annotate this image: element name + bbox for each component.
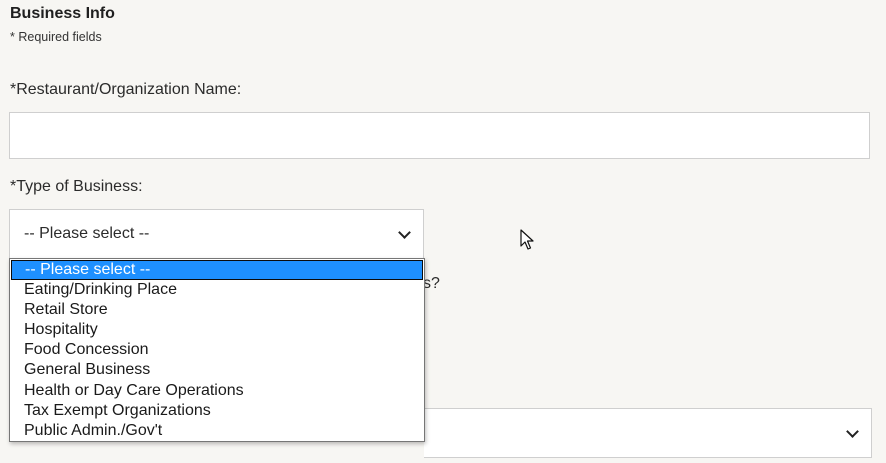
- dropdown-option-hospitality[interactable]: Hospitality: [10, 320, 424, 340]
- business-type-selected-value: -- Please select --: [24, 225, 150, 242]
- dropdown-option-health-day-care[interactable]: Health or Day Care Operations: [10, 381, 424, 401]
- dropdown-option-retail-store[interactable]: Retail Store: [10, 300, 424, 320]
- business-type-select[interactable]: -- Please select --: [9, 209, 424, 259]
- business-type-label: *Type of Business:: [10, 178, 143, 195]
- restaurant-name-input[interactable]: [9, 112, 870, 159]
- required-fields-note: * Required fields: [10, 30, 102, 44]
- mouse-pointer-icon: [520, 229, 534, 250]
- dropdown-option-food-concession[interactable]: Food Concession: [10, 340, 424, 360]
- restaurant-name-label: *Restaurant/Organization Name:: [10, 81, 242, 98]
- lower-select-field[interactable]: [424, 408, 872, 458]
- business-type-dropdown-list[interactable]: -- Please select -- Eating/Drinking Plac…: [9, 258, 425, 442]
- dropdown-option-public-admin[interactable]: Public Admin./Gov't: [10, 421, 424, 441]
- section-title: Business Info: [10, 5, 115, 22]
- dropdown-option-eating-drinking[interactable]: Eating/Drinking Place: [10, 280, 424, 300]
- chevron-down-icon: [846, 424, 859, 438]
- chevron-down-icon: [398, 225, 411, 239]
- dropdown-option-please-select[interactable]: -- Please select --: [11, 260, 423, 281]
- obscured-question-text: s?: [423, 275, 440, 292]
- dropdown-option-general-business[interactable]: General Business: [10, 360, 424, 380]
- dropdown-option-tax-exempt[interactable]: Tax Exempt Organizations: [10, 401, 424, 421]
